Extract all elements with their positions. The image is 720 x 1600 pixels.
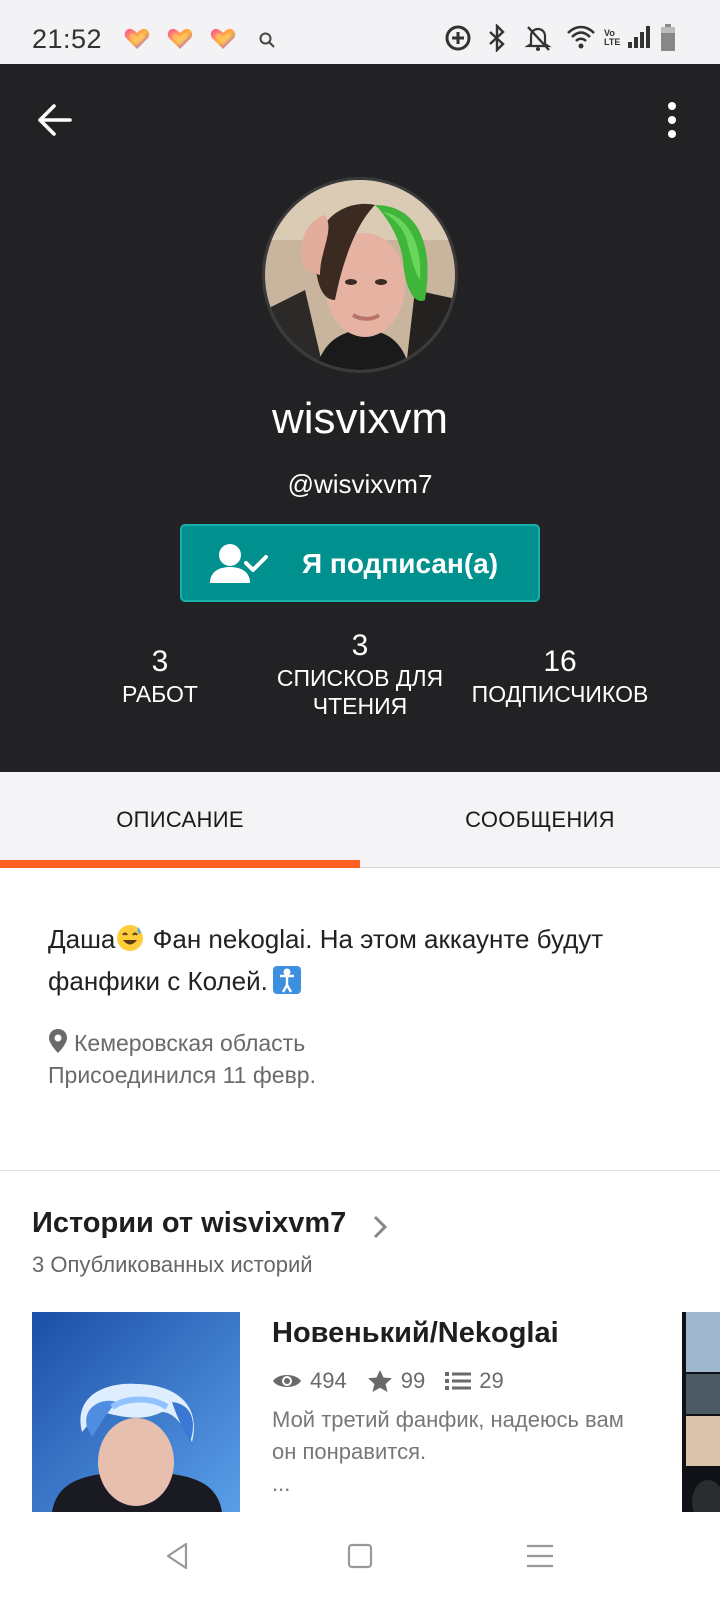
profile-header: wisvixvm @wisvixvm7 Я подписан(а) 3 РАБО… [0, 64, 720, 772]
tab-about[interactable]: ОПИСАНИЕ [0, 772, 360, 868]
eye-icon [273, 1375, 301, 1387]
status-bar: 21:52 Vo LTE [0, 0, 720, 64]
heart-app-icon [167, 28, 193, 49]
story-votes: 99 [367, 1368, 425, 1394]
story-cover-image[interactable] [32, 1312, 240, 1512]
mute-icon [524, 26, 552, 51]
home-square-icon[interactable] [340, 1536, 380, 1576]
story-reads: 494 [272, 1368, 347, 1394]
system-navigation-bar [0, 1512, 720, 1600]
stories-count: 3 Опубликованных историй [32, 1252, 313, 1277]
heart-app-icon [210, 28, 236, 49]
story-parts-count: 29 [479, 1368, 504, 1393]
profile-tabs: ОПИСАНИЕ СООБЩЕНИЯ [0, 772, 720, 868]
section-divider [0, 1170, 720, 1171]
story-description-ellipsis: ... [272, 1471, 291, 1496]
stat-reading-lists-label-line2: ЧТЕНИЯ [312, 693, 408, 719]
story-stats: 494 99 29 [272, 1366, 524, 1396]
active-tab-indicator [0, 860, 360, 868]
following-button-label: Я подписан(а) [302, 548, 499, 579]
person-emoji-icon [272, 966, 301, 994]
tab-messages[interactable]: СООБЩЕНИЯ [360, 772, 720, 868]
signal-icon [628, 26, 650, 48]
back-triangle-icon[interactable] [158, 1536, 198, 1576]
story-reads-count: 494 [310, 1368, 347, 1393]
menu-lines-icon[interactable] [520, 1536, 560, 1576]
stat-reading-lists[interactable]: 3 СПИСКОВ ДЛЯ ЧТЕНИЯ [250, 628, 470, 720]
following-button[interactable]: Я подписан(а) [180, 524, 540, 602]
data-saver-icon [445, 25, 471, 51]
avatar [262, 177, 458, 373]
story-votes-count: 99 [400, 1368, 426, 1393]
list-icon [445, 1372, 472, 1390]
search-icon [259, 32, 275, 48]
stat-reading-lists-label: СПИСКОВ ДЛЯ [276, 665, 444, 691]
bio-text-start: Даша [48, 924, 116, 954]
status-time: 21:52 [32, 24, 103, 54]
stat-reading-lists-value: 3 [351, 629, 369, 662]
more-options-icon[interactable] [650, 98, 694, 142]
battery-icon [661, 24, 675, 51]
joined-date: Присоединился 11 февр. [48, 1062, 316, 1088]
story-title[interactable]: Новенький/Nekoglai [272, 1317, 559, 1350]
heart-app-icon [124, 28, 150, 49]
display-name: wisvixvm [272, 394, 448, 443]
story-description: Мой третий фанфик, надеюсь вам он понрав… [272, 1407, 624, 1464]
stat-followers[interactable]: 16 ПОДПИСЧИКОВ [450, 644, 670, 708]
sweat-smile-emoji-icon [117, 925, 144, 951]
story-parts: 29 [445, 1368, 504, 1394]
stat-works-value: 3 [151, 645, 169, 678]
bluetooth-icon [489, 24, 505, 52]
volte-icon: Vo LTE [604, 28, 621, 47]
wifi-icon [567, 25, 595, 49]
stories-section-title[interactable]: Истории от wisvixvm7 [32, 1207, 346, 1240]
stat-followers-value: 16 [543, 645, 577, 678]
stat-works[interactable]: 3 РАБОТ [60, 644, 260, 708]
stat-followers-label: ПОДПИСЧИКОВ [471, 681, 649, 707]
location-row: Кемеровская область [48, 1028, 305, 1057]
profile-bio: Даша Фан nekoglai. На этом аккаунте буду… [48, 918, 688, 1002]
next-story-cover-image[interactable] [682, 1312, 720, 1512]
back-arrow-icon[interactable] [34, 98, 78, 142]
username-handle: @wisvixvm7 [287, 469, 433, 499]
stat-works-label: РАБОТ [122, 681, 198, 707]
star-icon [367, 1370, 392, 1392]
location-text: Кемеровская область [74, 1030, 306, 1056]
location-pin-icon [49, 1029, 67, 1053]
chevron-right-icon[interactable] [372, 1214, 388, 1240]
user-check-icon [210, 544, 268, 583]
